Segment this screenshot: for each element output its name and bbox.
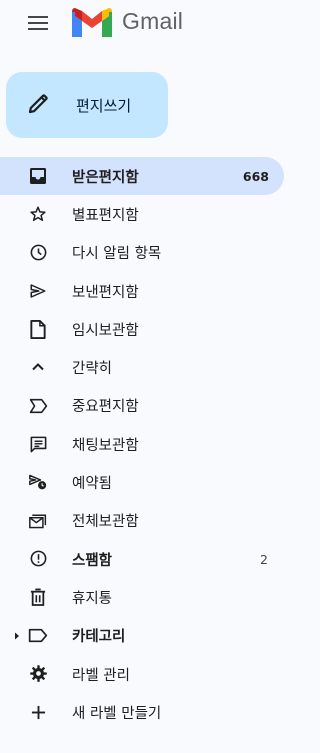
expand-arrow-icon[interactable] <box>13 632 21 640</box>
send-icon <box>27 280 49 302</box>
sidebar-item-label: 휴지통 <box>72 590 113 607</box>
star-icon <box>27 203 49 225</box>
sidebar-item-label: 보낸편지함 <box>72 284 139 301</box>
chevron-up-icon <box>27 356 49 378</box>
sidebar-item-all-mail[interactable]: 전체보관함 <box>0 502 284 540</box>
plus-icon <box>27 701 49 723</box>
sidebar-item-starred[interactable]: 별표편지함 <box>0 195 284 233</box>
sidebar-item-label: 별표편지함 <box>72 207 139 224</box>
main-menu-icon[interactable] <box>22 9 54 37</box>
sidebar-item-sent[interactable]: 보낸편지함 <box>0 272 284 310</box>
sidebar-item-label: 다시 알림 항목 <box>72 246 162 263</box>
sidebar-item-manage-labels[interactable]: 라벨 관리 <box>0 655 284 693</box>
inbox-icon <box>27 165 49 187</box>
sidebar-item-label: 스팸함 <box>72 552 113 569</box>
clock-icon <box>27 242 49 264</box>
sidebar-item-label: 채팅보관함 <box>72 437 139 454</box>
label-icon <box>27 625 49 647</box>
unread-count: 668 <box>242 168 269 184</box>
sidebar-item-scheduled[interactable]: 예약됨 <box>0 463 284 501</box>
compose-button[interactable]: 편지쓰기 <box>6 72 168 138</box>
label-important-icon <box>27 395 49 417</box>
spam-icon <box>27 548 49 570</box>
sidebar-item-label: 전체보관함 <box>72 514 139 531</box>
gmail-wordmark[interactable]: Gmail <box>122 8 183 35</box>
sidebar-item-inbox[interactable]: 받은편지함 668 <box>0 157 284 196</box>
sidebar-item-less[interactable]: 간략히 <box>0 348 284 386</box>
sidebar-nav: 받은편지함 668 별표편지함 다시 알림 항목 보낸편지함 임시보관함 간략히… <box>0 157 300 731</box>
draft-icon <box>27 318 49 340</box>
top-bar: Gmail <box>0 0 300 48</box>
all-mail-icon <box>27 510 49 532</box>
settings-icon <box>27 663 49 685</box>
sidebar-item-label: 간략히 <box>72 361 113 378</box>
sidebar-item-label: 라벨 관리 <box>72 667 130 684</box>
sidebar-item-important[interactable]: 중요편지함 <box>0 387 284 425</box>
sidebar-item-spam[interactable]: 스팸함 2 <box>0 540 284 578</box>
sidebar-item-categories[interactable]: 카테고리 <box>0 617 284 655</box>
sidebar-item-label: 카테고리 <box>72 629 126 646</box>
sidebar-item-label: 중요편지함 <box>72 399 139 416</box>
sidebar-item-create-label[interactable]: 새 라벨 만들기 <box>0 693 284 731</box>
sidebar-item-label: 임시보관함 <box>72 322 139 339</box>
spam-count: 2 <box>260 551 268 567</box>
gmail-logo-icon[interactable] <box>72 6 112 40</box>
sidebar-item-drafts[interactable]: 임시보관함 <box>0 310 284 348</box>
trash-icon <box>27 586 49 608</box>
pencil-icon <box>26 92 50 116</box>
sidebar-item-snoozed[interactable]: 다시 알림 항목 <box>0 234 284 272</box>
sidebar-item-label: 새 라벨 만들기 <box>72 705 162 722</box>
compose-label: 편지쓰기 <box>76 97 132 115</box>
sidebar-item-label: 받은편지함 <box>72 169 139 186</box>
sidebar-item-trash[interactable]: 휴지통 <box>0 578 284 616</box>
chat-icon <box>27 433 49 455</box>
sidebar-item-label: 예약됨 <box>72 476 113 493</box>
scheduled-send-icon <box>27 471 49 493</box>
sidebar-item-chats[interactable]: 채팅보관함 <box>0 425 284 463</box>
